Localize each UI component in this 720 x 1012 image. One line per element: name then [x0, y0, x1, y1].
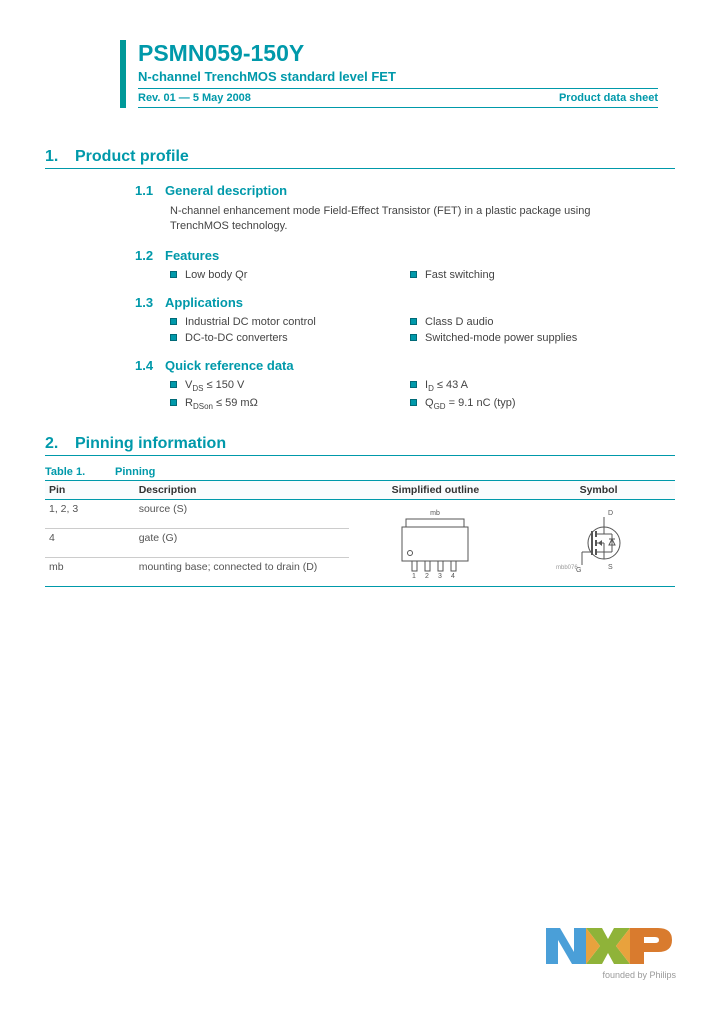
- document-header: PSMN059-150Y N-channel TrenchMOS standar…: [120, 40, 675, 108]
- section-1-title: Product profile: [75, 148, 189, 165]
- product-subtitle: N-channel TrenchMOS standard level FET: [138, 69, 675, 84]
- general-description-body: N-channel enhancement mode Field-Effect …: [170, 204, 645, 234]
- nxp-logo-icon: [546, 924, 676, 968]
- svg-text:4: 4: [451, 573, 455, 579]
- features-row: Low body Qr Fast switching: [170, 269, 675, 281]
- logo-tagline: founded by Philips: [546, 970, 676, 980]
- th-desc: Description: [135, 481, 349, 500]
- feature-item: Fast switching: [425, 269, 495, 281]
- section-1-heading: 1.Product profile: [45, 148, 675, 169]
- svg-text:1: 1: [412, 573, 416, 579]
- qr-item: ID ≤ 43 A: [425, 379, 468, 393]
- revision-text: Rev. 01 — 5 May 2008: [138, 92, 251, 104]
- subsection-1-3-heading: 1.3Applications: [135, 295, 675, 310]
- cell-desc: source (S): [135, 500, 349, 529]
- th-symbol: Symbol: [522, 481, 675, 500]
- bullet-icon: [170, 399, 177, 406]
- bullet-icon: [170, 318, 177, 325]
- app-item: Switched-mode power supplies: [425, 332, 577, 344]
- bullet-icon: [170, 271, 177, 278]
- quickref-row: RDSon ≤ 59 mΩ QGD = 9.1 nC (typ): [170, 397, 675, 411]
- bullet-icon: [410, 399, 417, 406]
- th-pin: Pin: [45, 481, 135, 500]
- svg-text:mbb076: mbb076: [556, 565, 578, 571]
- bullet-icon: [170, 334, 177, 341]
- app-item: DC-to-DC converters: [185, 332, 288, 344]
- svg-text:D: D: [608, 510, 613, 517]
- cell-pin: 1, 2, 3: [45, 500, 135, 529]
- mosfet-symbol-icon: D: [554, 507, 644, 579]
- section-2-title: Pinning information: [75, 435, 226, 452]
- svg-text:2: 2: [425, 573, 429, 579]
- subsection-1-4-heading: 1.4Quick reference data: [135, 358, 675, 373]
- qr-item: QGD = 9.1 nC (typ): [425, 397, 516, 411]
- qr-item: RDSon ≤ 59 mΩ: [185, 397, 258, 411]
- bullet-icon: [410, 334, 417, 341]
- cell-pin: mb: [45, 558, 135, 587]
- app-item: Class D audio: [425, 316, 493, 328]
- section-1-num: 1.: [45, 148, 75, 166]
- table-1-caption: Table 1.Pinning: [45, 466, 675, 478]
- outline-mb-label: mb: [431, 510, 441, 517]
- quickref-row: VDS ≤ 150 V ID ≤ 43 A: [170, 379, 675, 393]
- company-logo: founded by Philips: [546, 924, 676, 980]
- section-2-num: 2.: [45, 435, 75, 453]
- section-2-heading: 2.Pinning information: [45, 435, 675, 456]
- bullet-icon: [410, 318, 417, 325]
- applications-row: Industrial DC motor control Class D audi…: [170, 316, 675, 328]
- applications-row: DC-to-DC converters Switched-mode power …: [170, 332, 675, 344]
- product-title: PSMN059-150Y: [138, 40, 675, 67]
- revision-row: Rev. 01 — 5 May 2008 Product data sheet: [138, 88, 658, 108]
- bullet-icon: [170, 381, 177, 388]
- bullet-icon: [410, 381, 417, 388]
- svg-text:S: S: [608, 564, 613, 571]
- cell-pin: 4: [45, 529, 135, 558]
- cell-desc: gate (G): [135, 529, 349, 558]
- pinning-table: Pin Description Simplified outline Symbo…: [45, 480, 675, 587]
- package-outline-icon: mb 1 2 3 4: [392, 507, 478, 579]
- feature-item: Low body Qr: [185, 269, 247, 281]
- svg-text:3: 3: [438, 573, 442, 579]
- bullet-icon: [410, 271, 417, 278]
- subsection-1-1-heading: 1.1General description: [135, 183, 675, 198]
- cell-desc: mounting base; connected to drain (D): [135, 558, 349, 587]
- subsection-1-2-heading: 1.2Features: [135, 248, 675, 263]
- qr-item: VDS ≤ 150 V: [185, 379, 244, 393]
- table-header-row: Pin Description Simplified outline Symbo…: [45, 481, 675, 500]
- doc-type-text: Product data sheet: [559, 92, 658, 104]
- table-row: 1, 2, 3 source (S) mb 1 2 3: [45, 500, 675, 529]
- th-outline: Simplified outline: [349, 481, 522, 500]
- app-item: Industrial DC motor control: [185, 316, 316, 328]
